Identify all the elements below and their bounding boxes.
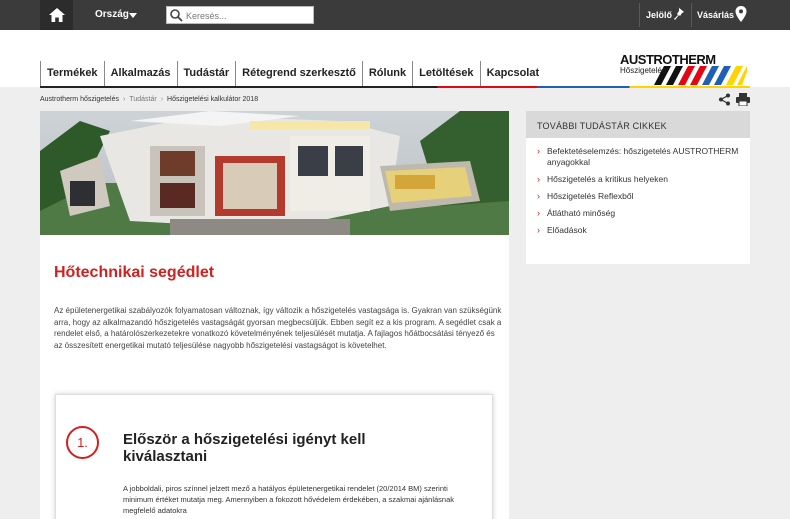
step-text: A jobboldali, piros színnel jelzett mező… — [123, 484, 455, 515]
nav-item-knowledge[interactable]: Tudástár — [176, 61, 236, 86]
sidebar-item[interactable]: › Hőszigetelés a kritikus helyeken — [537, 174, 742, 185]
sidebar-item-label[interactable]: Előadások — [547, 225, 587, 236]
breadcrumb-current: Hőszigetelési kalkulátor 2018 — [167, 96, 259, 103]
hero-image — [40, 111, 509, 235]
nav-item-downloads[interactable]: Letöltések — [412, 61, 479, 86]
bullet-arrow-icon: › — [537, 191, 540, 201]
step-title: Először a hőszigetelési igényt kell kivá… — [123, 431, 366, 465]
chevron-right-icon: › — [160, 96, 164, 103]
brand-color-line — [40, 86, 750, 88]
bullet-arrow-icon: › — [537, 146, 540, 156]
sidebar-item[interactable]: › Átlátható minőség — [537, 208, 742, 219]
page-title: Hőtechnikai segédlet — [54, 264, 215, 281]
sidebar-item[interactable]: › Befektetéselemzés: hőszigetelés AUSTRO… — [537, 146, 742, 168]
nav-item-layer-editor[interactable]: Rétegrend szerkesztő — [235, 61, 362, 86]
home-button[interactable] — [40, 0, 73, 30]
nav-item-application[interactable]: Alkalmazás — [103, 61, 177, 86]
chevron-right-icon: › — [122, 96, 126, 103]
home-icon — [48, 8, 65, 22]
divider — [691, 3, 692, 27]
location-icon[interactable] — [735, 6, 747, 22]
divider — [639, 3, 640, 27]
sidebar-title: TOVÁBBI TUDÁSTÁR CIKKEK — [537, 121, 667, 131]
breadcrumb-home[interactable]: Austrotherm hőszigetelés — [40, 96, 119, 103]
share-icon[interactable] — [718, 93, 731, 106]
bullet-arrow-icon: › — [537, 174, 540, 184]
breadcrumb-knowledge[interactable]: Tudástár — [129, 96, 156, 103]
main-nav: Termékek Alkalmazás Tudástár Rétegrend s… — [40, 61, 545, 86]
search-icon[interactable] — [169, 8, 183, 22]
sidebar-item[interactable]: › Előadások — [537, 225, 742, 236]
buy-link[interactable]: Vásárlás — [697, 10, 734, 20]
sidebar: TOVÁBBI TUDÁSTÁR CIKKEK › Befektetéselem… — [526, 111, 750, 264]
nav-item-products[interactable]: Termékek — [40, 61, 104, 86]
sidebar-item-label[interactable]: Hőszigetelés Reflexből — [547, 191, 633, 202]
bullet-arrow-icon: › — [537, 208, 540, 218]
logo-stripes[interactable] — [654, 66, 747, 85]
nav-item-contact[interactable]: Kapcsolat — [479, 61, 546, 86]
top-bar: Ország Jelölő Vásárlás — [0, 0, 790, 30]
chevron-down-icon[interactable] — [129, 13, 137, 18]
marker-link[interactable]: Jelölő — [646, 10, 672, 20]
sidebar-item[interactable]: › Hőszigetelés Reflexből — [537, 191, 742, 202]
nav-item-about[interactable]: Rólunk — [361, 61, 412, 86]
article: Hőtechnikai segédlet Az épületenergetika… — [40, 111, 509, 519]
country-selector[interactable]: Ország — [95, 9, 129, 20]
breadcrumb: Austrotherm hőszigetelés › Tudástár › Hő… — [40, 96, 258, 103]
bullet-arrow-icon: › — [537, 225, 540, 235]
sidebar-list: › Befektetéselemzés: hőszigetelés AUSTRO… — [537, 146, 742, 242]
sidebar-item-label[interactable]: Átlátható minőség — [547, 208, 615, 219]
search-input[interactable] — [186, 9, 311, 22]
logo-subtitle: Hőszigetelés — [620, 66, 666, 75]
sidebar-item-label[interactable]: Hőszigetelés a kritikus helyeken — [547, 174, 668, 185]
intro-text: Az épületenergetikai szabályozók folyama… — [54, 306, 502, 350]
logo[interactable]: AUSTROTHERM — [620, 52, 716, 67]
print-icon[interactable] — [736, 93, 750, 106]
sidebar-header: TOVÁBBI TUDÁSTÁR CIKKEK — [526, 111, 750, 138]
step-card: 1. Először a hőszigetelési igényt kell k… — [55, 394, 493, 519]
pin-icon[interactable] — [673, 7, 685, 21]
search-box[interactable] — [166, 6, 314, 24]
step-number: 1. — [66, 426, 99, 459]
sidebar-item-label[interactable]: Befektetéselemzés: hőszigetelés AUSTROTH… — [547, 146, 742, 168]
